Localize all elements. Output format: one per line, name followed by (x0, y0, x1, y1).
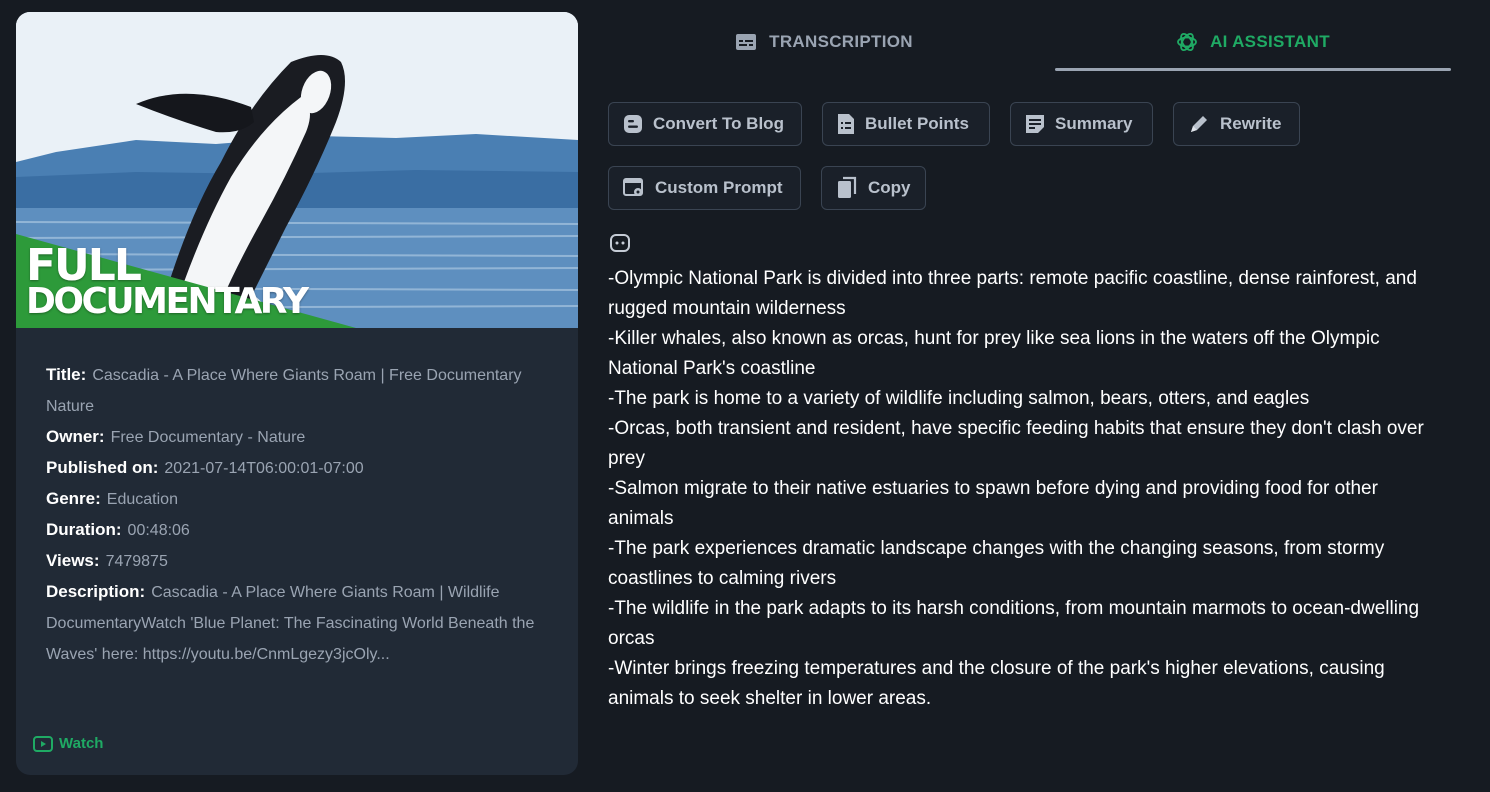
assistant-response: -Olympic National Park is divided into t… (608, 264, 1438, 714)
summary-label: Summary (1055, 114, 1133, 133)
meta-genre: Genre: Education (46, 484, 548, 515)
meta-value: 2021-07-14T06:00:01-07:00 (164, 460, 364, 477)
tab-transcription-label: TRANSCRIPTION (769, 32, 913, 51)
meta-value: Education (106, 491, 178, 508)
tab-ai-assistant-label: AI ASSISTANT (1210, 32, 1330, 51)
response-line: -The wildlife in the park adapts to its … (608, 598, 1420, 649)
meta-label: Published on: (46, 458, 159, 477)
meta-published: Published on: 2021-07-14T06:00:01-07:00 (46, 453, 548, 484)
convert-to-blog-button[interactable]: Convert To Blog (608, 102, 802, 146)
meta-duration: Duration: 00:48:06 (46, 515, 548, 546)
tab-transcription[interactable]: TRANSCRIPTION (608, 16, 1040, 68)
watch-label: Watch (59, 735, 104, 752)
video-card: FULL DOCUMENTARY Title: Cascadia - A Plac… (16, 12, 578, 775)
response-line: -Winter brings freezing temperatures and… (608, 658, 1385, 709)
response-line: -Orcas, both transient and resident, hav… (608, 418, 1424, 469)
pen-icon (1191, 116, 1207, 132)
openai-icon (1177, 32, 1198, 52)
meta-views: Views: 7479875 (46, 546, 548, 577)
meta-label: Duration: (46, 520, 122, 539)
blogger-icon (624, 115, 642, 133)
copy-button[interactable]: Copy (821, 166, 926, 210)
custom-prompt-label: Custom Prompt (655, 178, 783, 197)
bullet-points-label: Bullet Points (865, 114, 969, 133)
meta-value: Free Documentary - Nature (110, 429, 306, 446)
bot-icon (610, 234, 630, 252)
subtitles-icon (736, 34, 757, 50)
bullet-points-button[interactable]: Bullet Points (822, 102, 990, 146)
video-metadata: Title: Cascadia - A Place Where Giants Ro… (16, 328, 578, 670)
meta-title: Title: Cascadia - A Place Where Giants Ro… (46, 360, 548, 422)
tab-ai-assistant[interactable]: AI ASSISTANT (1055, 16, 1451, 68)
video-thumbnail[interactable]: FULL DOCUMENTARY (16, 12, 578, 328)
rewrite-button[interactable]: Rewrite (1173, 102, 1300, 146)
thumbnail-title-line2: DOCUMENTARY (26, 281, 309, 322)
response-line: -Salmon migrate to their native estuarie… (608, 478, 1378, 529)
settings-window-icon (623, 178, 643, 196)
meta-value: Cascadia - A Place Where Giants Roam | F… (46, 367, 522, 415)
meta-value: 00:48:06 (127, 522, 190, 539)
copy-icon (838, 176, 857, 198)
app-root: FULL DOCUMENTARY Title: Cascadia - A Plac… (0, 0, 1490, 792)
meta-value: 7479875 (105, 553, 168, 570)
convert-to-blog-label: Convert To Blog (653, 114, 784, 133)
response-line: -The park is home to a variety of wildli… (608, 388, 1310, 409)
note-icon (1026, 115, 1044, 133)
response-line: -Killer whales, also known as orcas, hun… (608, 328, 1380, 379)
meta-label: Owner: (46, 427, 105, 446)
meta-owner: Owner: Free Documentary - Nature (46, 422, 548, 453)
play-icon (33, 735, 53, 752)
active-tab-indicator (1055, 68, 1451, 71)
meta-description: Description: Cascadia - A Place Where Gia… (46, 577, 548, 670)
document-list-icon (838, 114, 854, 134)
summary-button[interactable]: Summary (1010, 102, 1153, 146)
response-line: -Olympic National Park is divided into t… (608, 268, 1417, 319)
copy-label: Copy (868, 178, 911, 197)
rewrite-label: Rewrite (1220, 114, 1282, 133)
meta-label: Views: (46, 551, 100, 570)
meta-label: Description: (46, 582, 146, 601)
watch-link[interactable]: Watch (33, 735, 103, 752)
meta-label: Genre: (46, 489, 101, 508)
meta-label: Title: (46, 365, 87, 384)
custom-prompt-button[interactable]: Custom Prompt (608, 166, 801, 210)
response-line: -The park experiences dramatic landscape… (608, 538, 1385, 589)
